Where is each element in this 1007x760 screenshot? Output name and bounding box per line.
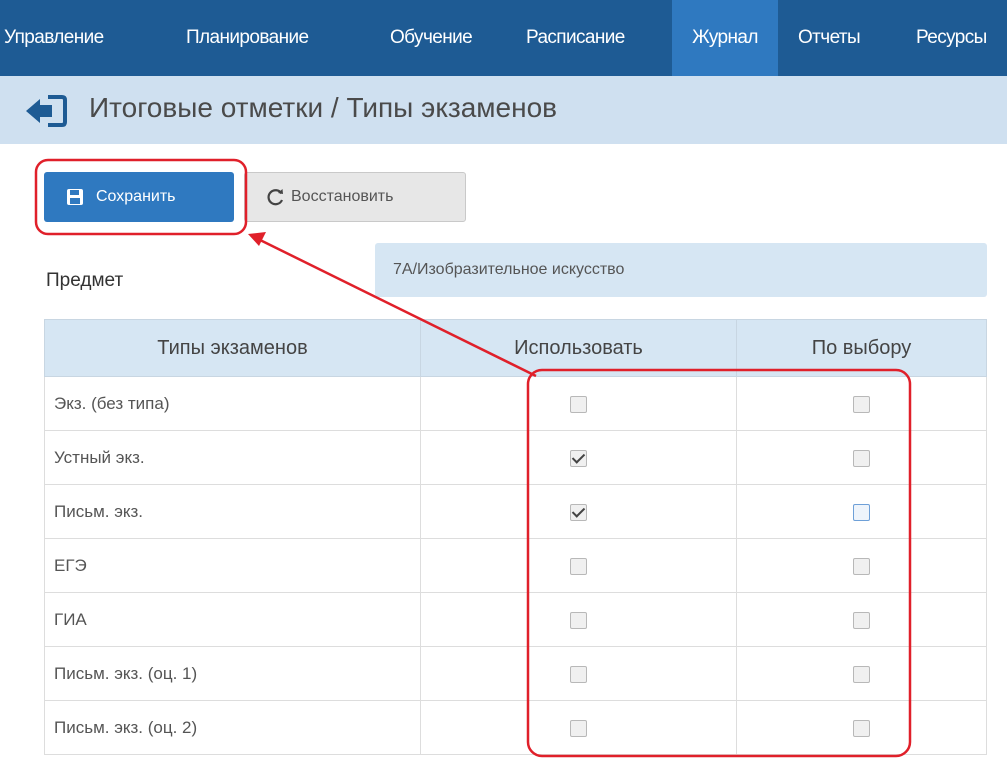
column-header-use: Использовать — [420, 319, 737, 377]
exam-types-table: Типы экзаменов Использовать По выбору Эк… — [44, 319, 987, 755]
optional-checkbox[interactable] — [853, 557, 870, 575]
column-header-optional: По выбору — [736, 319, 987, 377]
floppy-disk-icon — [67, 189, 83, 205]
page-title: Итоговые отметки / Типы экзаменов — [89, 92, 558, 123]
save-button-label: Сохранить — [96, 188, 176, 205]
use-checkbox[interactable] — [570, 449, 587, 467]
table-header-row: Типы экзаменов Использовать По выбору — [44, 319, 987, 377]
exam-type-name: Письм. экз. (оц. 1) — [44, 646, 421, 701]
exam-type-name: ЕГЭ — [44, 538, 421, 593]
optional-checkbox[interactable] — [853, 449, 870, 467]
refresh-icon — [267, 189, 284, 206]
subject-field: 7А/Изобразительное искусство — [375, 243, 987, 297]
nav-item-journal[interactable]: Журнал — [672, 0, 778, 76]
save-button[interactable]: Сохранить — [44, 172, 234, 222]
top-nav: Управление Планирование Обучение Расписа… — [0, 0, 1007, 76]
exam-type-name: Экз. (без типа) — [44, 376, 421, 431]
exam-type-name: ГИА — [44, 592, 421, 647]
table-row: Письм. экз. — [44, 484, 987, 539]
use-checkbox[interactable] — [570, 665, 587, 683]
column-header-exam-types: Типы экзаменов — [44, 319, 421, 377]
optional-checkbox[interactable] — [853, 719, 870, 737]
nav-item-schedule[interactable]: Расписание — [518, 0, 633, 76]
use-checkbox[interactable] — [570, 503, 587, 521]
use-checkbox[interactable] — [570, 557, 587, 575]
table-row: Экз. (без типа) — [44, 376, 987, 431]
exam-type-name: Письм. экз. (оц. 2) — [44, 700, 421, 755]
use-checkbox[interactable] — [570, 395, 587, 413]
subject-label: Предмет — [46, 270, 124, 291]
nav-item-management[interactable]: Управление — [0, 0, 104, 76]
exam-type-name: Устный экз. — [44, 430, 421, 485]
sign-out-left-icon[interactable] — [24, 94, 68, 128]
restore-button[interactable]: Восстановить — [244, 172, 466, 222]
use-checkbox[interactable] — [570, 611, 587, 629]
table-row: Письм. экз. (оц. 1) — [44, 646, 987, 701]
nav-item-planning[interactable]: Планирование — [178, 0, 316, 76]
optional-checkbox[interactable] — [853, 503, 870, 521]
optional-checkbox[interactable] — [853, 611, 870, 629]
restore-button-label: Восстановить — [291, 188, 394, 205]
optional-checkbox[interactable] — [853, 665, 870, 683]
annotation-arrow-head — [248, 232, 266, 246]
exam-type-name: Письм. экз. — [44, 484, 421, 539]
optional-checkbox[interactable] — [853, 395, 870, 413]
table-row: ГИА — [44, 592, 987, 647]
nav-item-resources[interactable]: Ресурсы — [908, 0, 995, 76]
table-row: Письм. экз. (оц. 2) — [44, 700, 987, 755]
table-row: ЕГЭ — [44, 538, 987, 593]
table-row: Устный экз. — [44, 430, 987, 485]
nav-item-reports[interactable]: Отчеты — [790, 0, 868, 76]
use-checkbox[interactable] — [570, 719, 587, 737]
nav-item-education[interactable]: Обучение — [382, 0, 480, 76]
